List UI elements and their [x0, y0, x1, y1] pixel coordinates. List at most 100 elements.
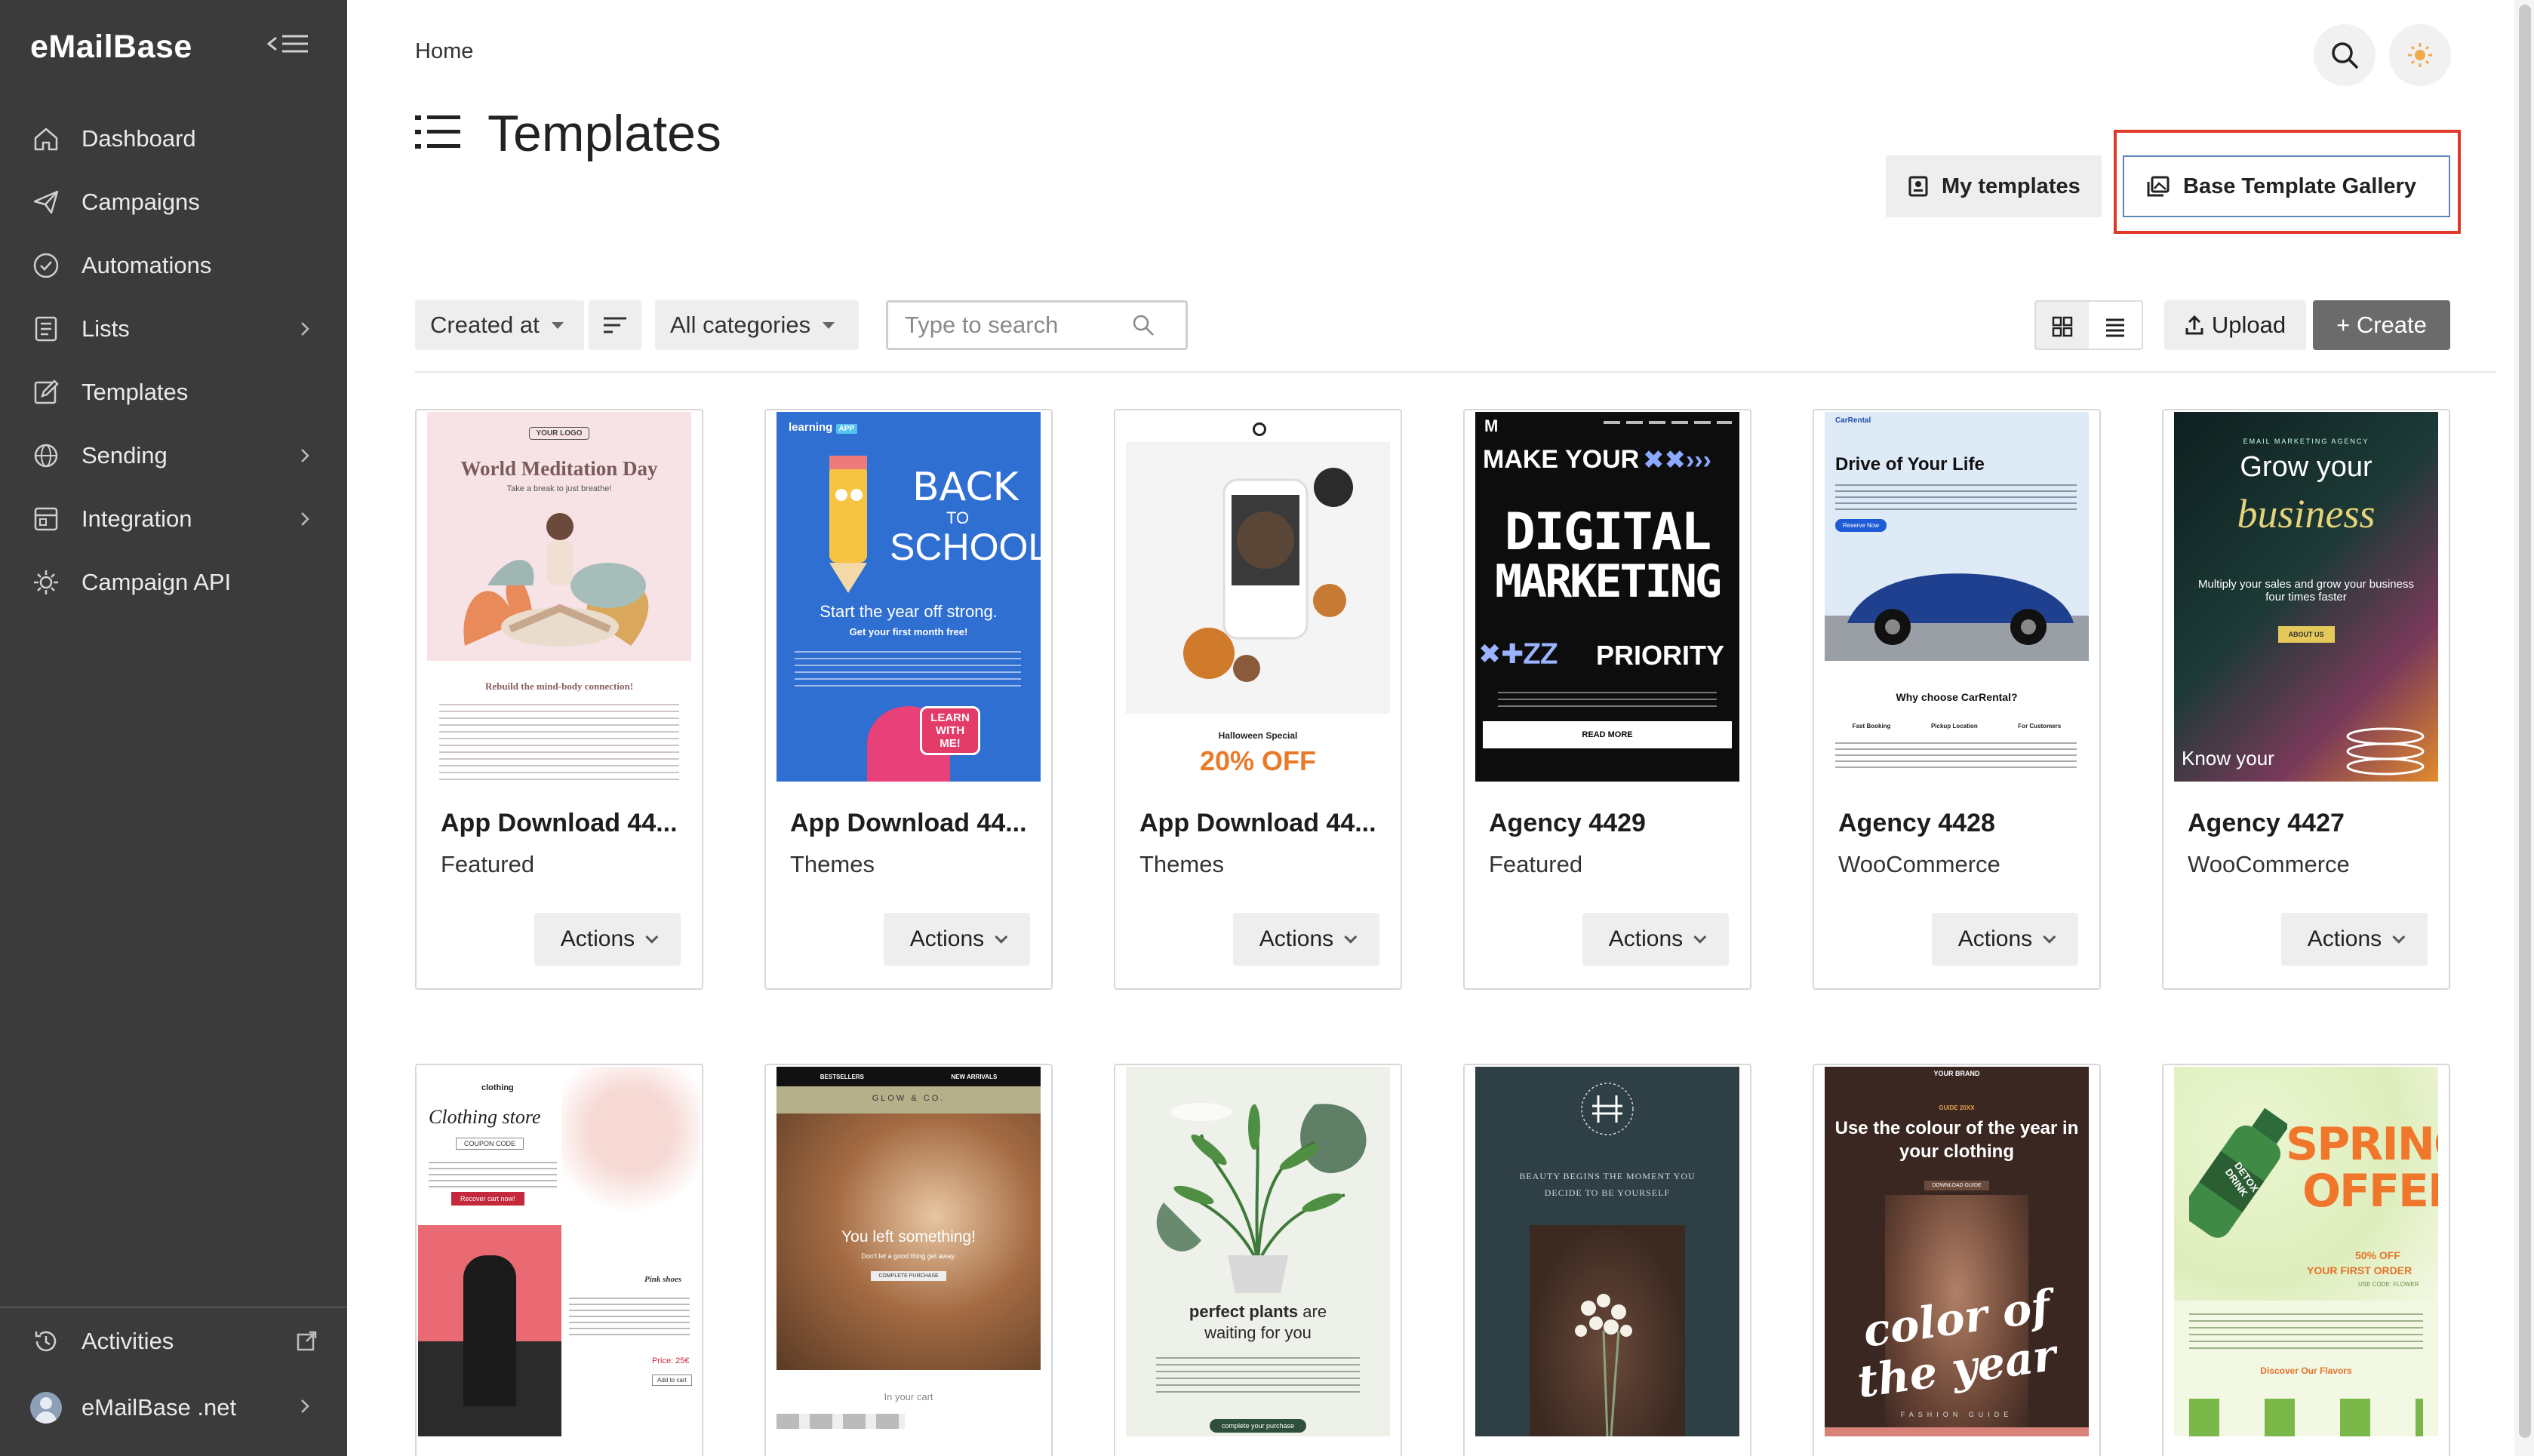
thumb-code: USE CODE: FLOWER	[2358, 1281, 2419, 1288]
paper-plane-icon	[30, 186, 62, 218]
actions-button[interactable]: Actions	[1932, 913, 2078, 966]
thumb-feature: Fast Booking	[1852, 723, 1891, 730]
sort-by-value: Created at	[430, 312, 540, 338]
template-card[interactable]: SPRING OFFER DETOX DRINK 50% OFF YOUR FI…	[2162, 1064, 2450, 1456]
sidebar-item-dashboard[interactable]: Dashboard	[0, 107, 347, 170]
search-input[interactable]	[905, 312, 1131, 339]
thumb-sub: Multiply your sales and grow your busine…	[2198, 578, 2414, 604]
actions-label: Actions	[1259, 926, 1334, 951]
template-thumbnail[interactable]: YOUR BRAND GUIDE 20XX Use the colour of …	[1825, 1067, 2089, 1436]
template-thumbnail[interactable]: YOUR LOGO World Meditation Day Take a br…	[427, 412, 691, 782]
template-card[interactable]: perfect plants are waiting for you compl…	[1114, 1064, 1402, 1456]
sort-by-select[interactable]: Created at	[415, 300, 584, 350]
tab-base-template-gallery[interactable]: Base Template Gallery	[2123, 155, 2450, 217]
sidebar-item-lists[interactable]: Lists	[0, 297, 347, 361]
sidebar-item-label: Sending	[81, 442, 168, 468]
thumb-sub: Why choose CarRental?	[1896, 691, 2018, 703]
template-card[interactable]: BESTSELLERS NEW ARRIVALS GLOW & CO. You …	[764, 1064, 1053, 1456]
tab-my-templates[interactable]: My templates	[1886, 155, 2102, 217]
thumb-brand: GLOW & CO.	[872, 1094, 946, 1103]
template-title: Agency 4427	[2188, 809, 2345, 837]
sidebar-item-campaign-api[interactable]: Campaign API	[0, 551, 347, 614]
thumb-heading: Clothing store	[429, 1106, 541, 1128]
api-gear-icon	[30, 567, 62, 598]
theme-sun-icon[interactable]	[2389, 24, 2451, 86]
list-view-icon[interactable]	[2089, 302, 2142, 349]
thumb-logo: M	[1484, 416, 1499, 435]
thumb-kicker: GUIDE 20XX	[1939, 1104, 1975, 1111]
sort-order-button[interactable]	[589, 300, 641, 350]
sidebar-item-account[interactable]: eMailBase .net	[0, 1375, 347, 1441]
template-thumbnail[interactable]: CarRental Drive of Your Life Reserve Now…	[1825, 412, 2089, 782]
template-card[interactable]: BEAUTY BEGINS THE MOMENT YOU DECIDE TO B…	[1463, 1064, 1751, 1456]
template-thumbnail[interactable]: perfect plants are waiting for you compl…	[1126, 1067, 1390, 1436]
main-content: Home Templates My templates Base Templat…	[347, 0, 2534, 1456]
create-button[interactable]: + Create	[2313, 300, 2450, 350]
external-link-icon[interactable]	[296, 1331, 317, 1352]
template-thumbnail[interactable]: EMAIL MARKETING AGENCY Grow your busines…	[2174, 412, 2438, 782]
sidebar-collapse-icon[interactable]	[266, 30, 311, 63]
template-thumbnail[interactable]: clothing Clothing store COUPON CODE Reco…	[418, 1067, 700, 1436]
template-thumbnail[interactable]: M MAKE YOUR ✖✖››› DIGITAL MARKETING ✖✚ᏃᏃ…	[1475, 412, 1739, 782]
actions-label: Actions	[560, 926, 635, 951]
template-card[interactable]: Halloween Special 20% OFF App Download 4…	[1114, 409, 1402, 990]
template-card[interactable]: YOUR LOGO World Meditation Day Take a br…	[415, 409, 703, 990]
thumb-line1: BACK	[912, 465, 1019, 510]
category-select[interactable]: All categories	[655, 300, 859, 350]
thumb-code: COUPON CODE	[456, 1138, 524, 1150]
car-illustration	[1825, 573, 2089, 661]
search-field[interactable]	[886, 300, 1188, 350]
search-icon[interactable]	[1131, 313, 1155, 337]
breadcrumb[interactable]: Home	[415, 39, 473, 64]
edit-icon	[30, 376, 62, 408]
thumb-cta: Reserve Now	[1835, 519, 1887, 532]
meditation-illustration	[463, 513, 649, 647]
template-category: WooCommerce	[2188, 851, 2350, 877]
sidebar-item-campaigns[interactable]: Campaigns	[0, 170, 347, 234]
thumb-cta: DOWNLOAD GUIDE	[1924, 1181, 1989, 1190]
template-card[interactable]: clothing Clothing store COUPON CODE Reco…	[415, 1064, 703, 1456]
template-thumbnail[interactable]: BEAUTY BEGINS THE MOMENT YOU DECIDE TO B…	[1475, 1067, 1739, 1436]
scrollbar-thumb[interactable]	[2519, 5, 2531, 1438]
actions-button[interactable]: Actions	[1582, 913, 1729, 966]
template-thumbnail[interactable]: SPRING OFFER DETOX DRINK 50% OFF YOUR FI…	[2174, 1067, 2438, 1436]
sidebar-item-activities[interactable]: Activities	[0, 1308, 347, 1375]
search-icon[interactable]	[2314, 24, 2376, 86]
sidebar-item-automations[interactable]: Automations	[0, 234, 347, 297]
brand-logo[interactable]: eMailBase	[30, 29, 192, 66]
chevron-down-icon	[2392, 930, 2406, 944]
template-card[interactable]: M MAKE YOUR ✖✖››› DIGITAL MARKETING ✖✚ᏃᏃ…	[1463, 409, 1751, 990]
actions-button[interactable]: Actions	[884, 913, 1030, 966]
actions-button[interactable]: Actions	[2281, 913, 2428, 966]
sort-icon	[602, 315, 628, 336]
actions-button[interactable]: Actions	[534, 913, 681, 966]
template-thumbnail[interactable]: BESTSELLERS NEW ARRIVALS GLOW & CO. You …	[776, 1067, 1041, 1436]
arrows-icon: ✖✖›››	[1643, 446, 1711, 475]
template-thumbnail[interactable]: learning APP BACK TO SCHOOL Start the ye…	[776, 412, 1041, 782]
template-card[interactable]: EMAIL MARKETING AGENCY Grow your busines…	[2162, 409, 2450, 990]
template-card[interactable]: YOUR BRAND GUIDE 20XX Use the colour of …	[1813, 1064, 2101, 1456]
sidebar-item-templates[interactable]: Templates	[0, 361, 347, 424]
gallery-icon	[2147, 176, 2170, 197]
sidebar-item-label: Campaigns	[81, 189, 200, 215]
thumb-brand: YOUR BRAND	[1933, 1070, 1980, 1077]
thumb-heading: Drive of Your Life	[1835, 454, 1985, 475]
template-thumbnail[interactable]: Halloween Special 20% OFF	[1126, 412, 1390, 782]
sidebar-item-label: Templates	[81, 379, 189, 405]
template-card[interactable]: learning APP BACK TO SCHOOL Start the ye…	[764, 409, 1053, 990]
actions-button[interactable]: Actions	[1233, 913, 1379, 966]
template-title: Agency 4429	[1489, 809, 1646, 837]
chevron-down-icon	[1693, 930, 1707, 944]
chevron-down-icon	[551, 321, 564, 329]
category-value: All categories	[670, 312, 811, 338]
upload-label: Upload	[2211, 312, 2286, 338]
grid-view-icon[interactable]	[2036, 302, 2089, 349]
template-card[interactable]: CarRental Drive of Your Life Reserve Now…	[1813, 409, 2101, 990]
sidebar-item-integration[interactable]: Integration	[0, 487, 347, 551]
emblem-icon	[1581, 1083, 1634, 1135]
scrollbar[interactable]	[2514, 0, 2534, 1456]
sidebar-footer: Activities eMailBase .net	[0, 1307, 347, 1441]
upload-button[interactable]: Upload	[2164, 300, 2306, 350]
sidebar-item-sending[interactable]: Sending	[0, 424, 347, 487]
thumb-cta2: Add to cart	[652, 1375, 692, 1386]
